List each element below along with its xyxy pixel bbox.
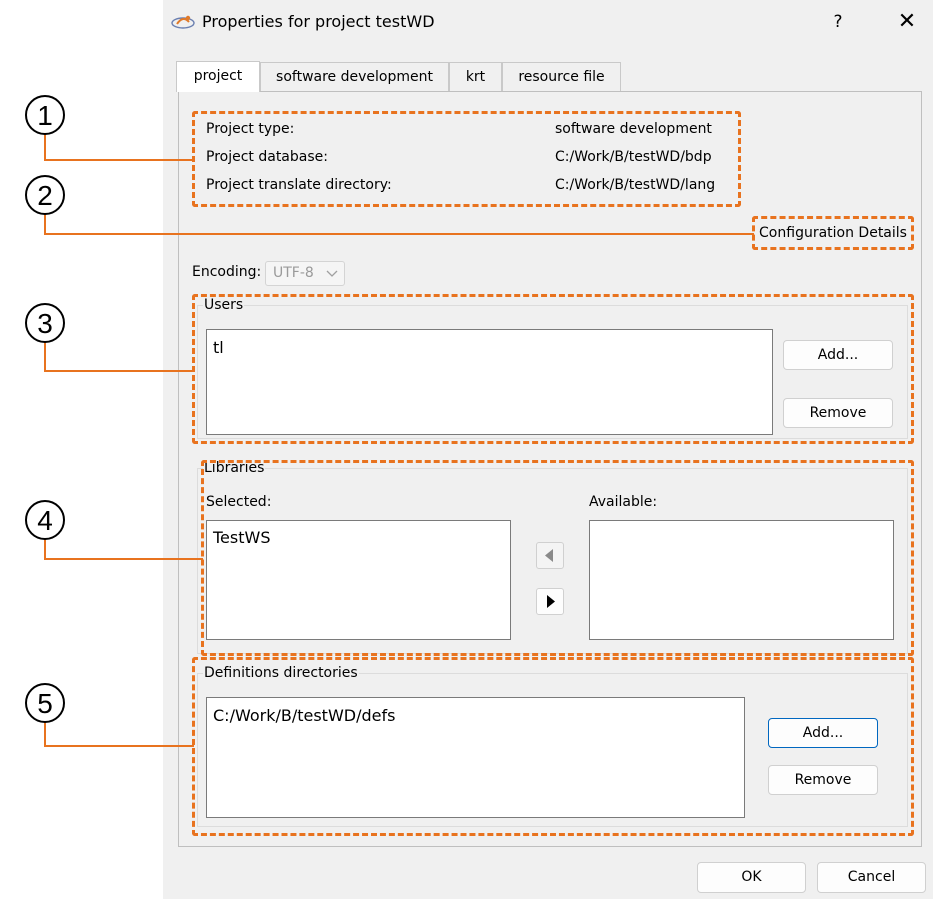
close-button[interactable]: ✕	[894, 9, 920, 35]
tab-project[interactable]: project	[176, 61, 260, 92]
cancel-button[interactable]: Cancel	[817, 862, 926, 893]
encoding-value: UTF-8	[273, 265, 314, 281]
leader-line-5	[44, 722, 46, 746]
callout-number-4: 4	[25, 500, 65, 540]
encoding-label: Encoding:	[192, 264, 262, 280]
callout-box-4	[201, 460, 914, 656]
tab-krt[interactable]: krt	[449, 62, 502, 91]
app-logo-icon	[171, 13, 195, 31]
callout-box-2	[752, 216, 914, 250]
callout-number-1: 1	[25, 95, 65, 135]
callout-box-5	[192, 657, 914, 836]
callout-number-3: 3	[25, 303, 65, 343]
help-button[interactable]: ?	[826, 10, 850, 34]
ok-button[interactable]: OK	[697, 862, 806, 893]
leader-line-1	[44, 159, 194, 161]
chevron-down-icon	[326, 270, 338, 277]
callout-box-3	[192, 294, 914, 444]
leader-line-2	[44, 233, 754, 235]
leader-line-3	[44, 370, 194, 372]
callout-number-5: 5	[25, 683, 65, 723]
encoding-select[interactable]: UTF-8	[265, 261, 345, 286]
leader-line-1	[44, 134, 46, 160]
leader-line-2	[44, 213, 46, 234]
leader-line-4	[44, 558, 203, 560]
leader-line-3	[44, 342, 46, 371]
leader-line-5	[44, 745, 194, 747]
tab-resource-file[interactable]: resource file	[502, 62, 621, 91]
callout-number-2: 2	[25, 175, 65, 215]
tab-software-development[interactable]: software development	[260, 62, 449, 91]
callout-box-1	[192, 111, 741, 207]
leader-line-4	[44, 539, 46, 559]
window-title: Properties for project testWD	[202, 12, 435, 31]
